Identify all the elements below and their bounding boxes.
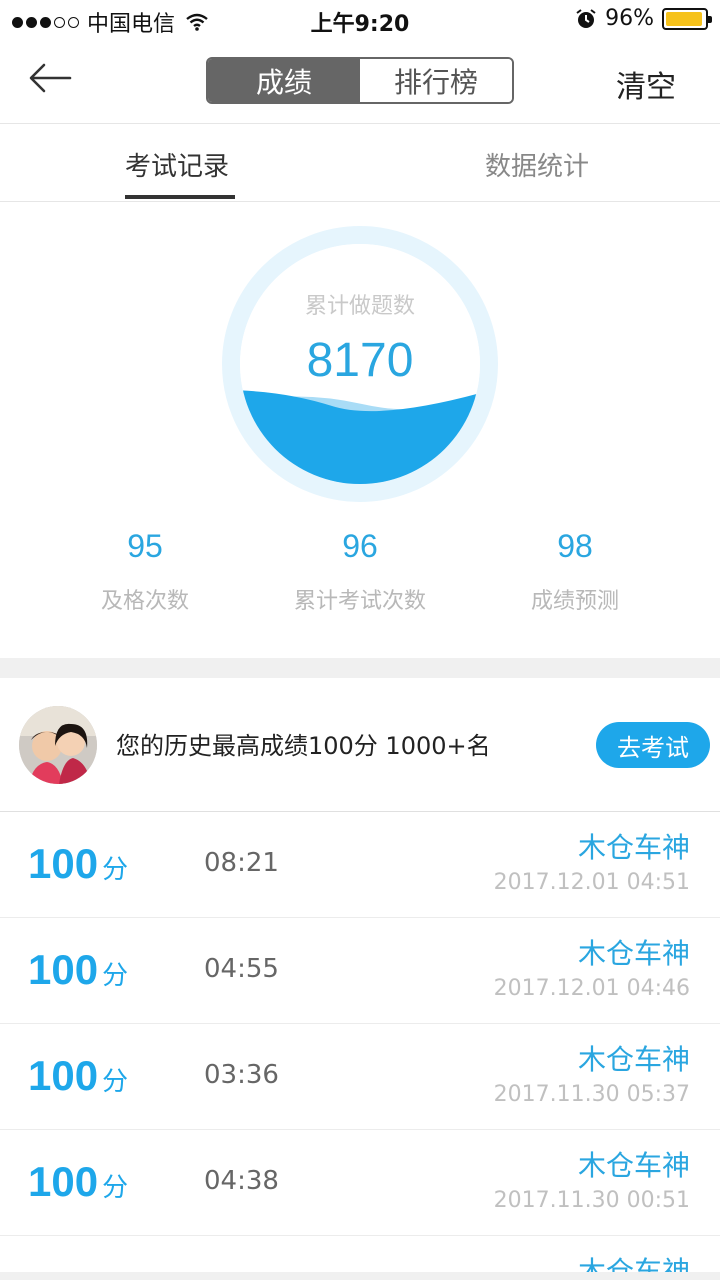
section-divider [0, 658, 720, 678]
stat-label: 累计考试次数 [293, 589, 426, 614]
tab-bar: 考试记录 数据统计 [0, 124, 720, 202]
gauge-label: 累计做题数 [304, 294, 415, 319]
signal-icon [12, 16, 79, 28]
score-value: 100 [28, 1158, 99, 1205]
record-score: 100分 [28, 1158, 128, 1206]
alarm-icon [576, 8, 596, 28]
list-item[interactable]: 100 分 03:36 木仓车神 2017.11.30 05:37 [0, 1024, 720, 1130]
score-unit: 分 [102, 1066, 129, 1096]
stat-label: 及格次数 [100, 589, 189, 614]
stat-label: 成绩预测 [530, 589, 619, 614]
record-date: 2017.11.30 00:51 [493, 1188, 690, 1213]
score-value: 100 [28, 946, 99, 993]
avatar[interactable] [19, 706, 97, 784]
record-date: 2017.12.01 04:46 [493, 976, 690, 1001]
score-value: 100 [28, 840, 99, 887]
score-unit: 分 [102, 1172, 129, 1202]
record-score: 100分 [28, 946, 128, 994]
segment-scores[interactable]: 成绩 [208, 59, 360, 102]
best-score-row: 您的历史最高成绩100分 1000+名 去考试 [0, 678, 720, 812]
stat-value: 96 [342, 528, 378, 564]
stat-value: 95 [127, 528, 163, 564]
list-item[interactable]: 100 分 04:38 木仓车神 2017.11.30 00:51 [0, 1130, 720, 1236]
take-exam-button[interactable]: 去考试 [596, 722, 710, 768]
wifi-icon [186, 13, 208, 31]
stat-value: 98 [557, 528, 593, 564]
stat-score-prediction: 98 成绩预测 [455, 528, 695, 615]
exam-record-list: 100 分 08:21 木仓车神 2017.12.01 04:51 100 分 04… [0, 812, 720, 1280]
active-tab-indicator [125, 195, 235, 199]
record-duration: 04:55 [204, 954, 279, 984]
record-date: 2017.12.01 04:51 [493, 870, 690, 895]
score-value: 100 [28, 1052, 99, 1099]
record-user: 木仓车神 [577, 831, 690, 864]
status-bar: 中国电信 上午9:20 96% [0, 0, 720, 40]
record-user: 木仓车神 [577, 937, 690, 970]
status-left: 中国电信 [12, 6, 209, 38]
score-unit: 分 [102, 854, 129, 884]
tab-exam-records[interactable]: 考试记录 [125, 146, 229, 183]
record-duration: 08:21 [204, 848, 279, 878]
tab-data-statistics[interactable]: 数据统计 [485, 146, 589, 183]
nav-bar: 成绩 排行榜 清空 [0, 40, 720, 124]
gauge-value: 8170 [306, 334, 414, 387]
segment-ranking[interactable]: 排行榜 [360, 59, 512, 102]
battery-fill [666, 11, 703, 26]
stat-exam-count: 96 累计考试次数 [240, 528, 480, 615]
record-score: 100分 [28, 840, 128, 888]
back-arrow-icon[interactable] [26, 58, 74, 98]
bottom-edge [0, 1272, 720, 1280]
record-user: 木仓车神 [577, 1043, 690, 1076]
clear-button[interactable]: 清空 [616, 62, 676, 106]
segmented-control: 成绩 排行榜 [206, 57, 514, 104]
record-date: 2017.11.30 05:37 [493, 1082, 690, 1107]
list-item[interactable]: 100 分 04:55 木仓车神 2017.12.01 04:46 [0, 918, 720, 1024]
record-user: 木仓车神 [577, 1149, 690, 1182]
record-duration: 03:36 [204, 1060, 279, 1090]
carrier-label: 中国电信 [87, 12, 176, 37]
score-unit: 分 [102, 960, 129, 990]
record-duration: 04:38 [204, 1166, 279, 1196]
stat-pass-count: 95 及格次数 [25, 528, 265, 615]
battery-percent: 96% [605, 6, 654, 31]
record-score: 100分 [28, 1052, 128, 1100]
status-right: 96% [575, 6, 712, 31]
list-item[interactable]: 100 分 08:21 木仓车神 2017.12.01 04:51 [0, 812, 720, 918]
battery-icon [662, 7, 712, 30]
best-score-text: 您的历史最高成绩100分 1000+名 [116, 732, 491, 760]
